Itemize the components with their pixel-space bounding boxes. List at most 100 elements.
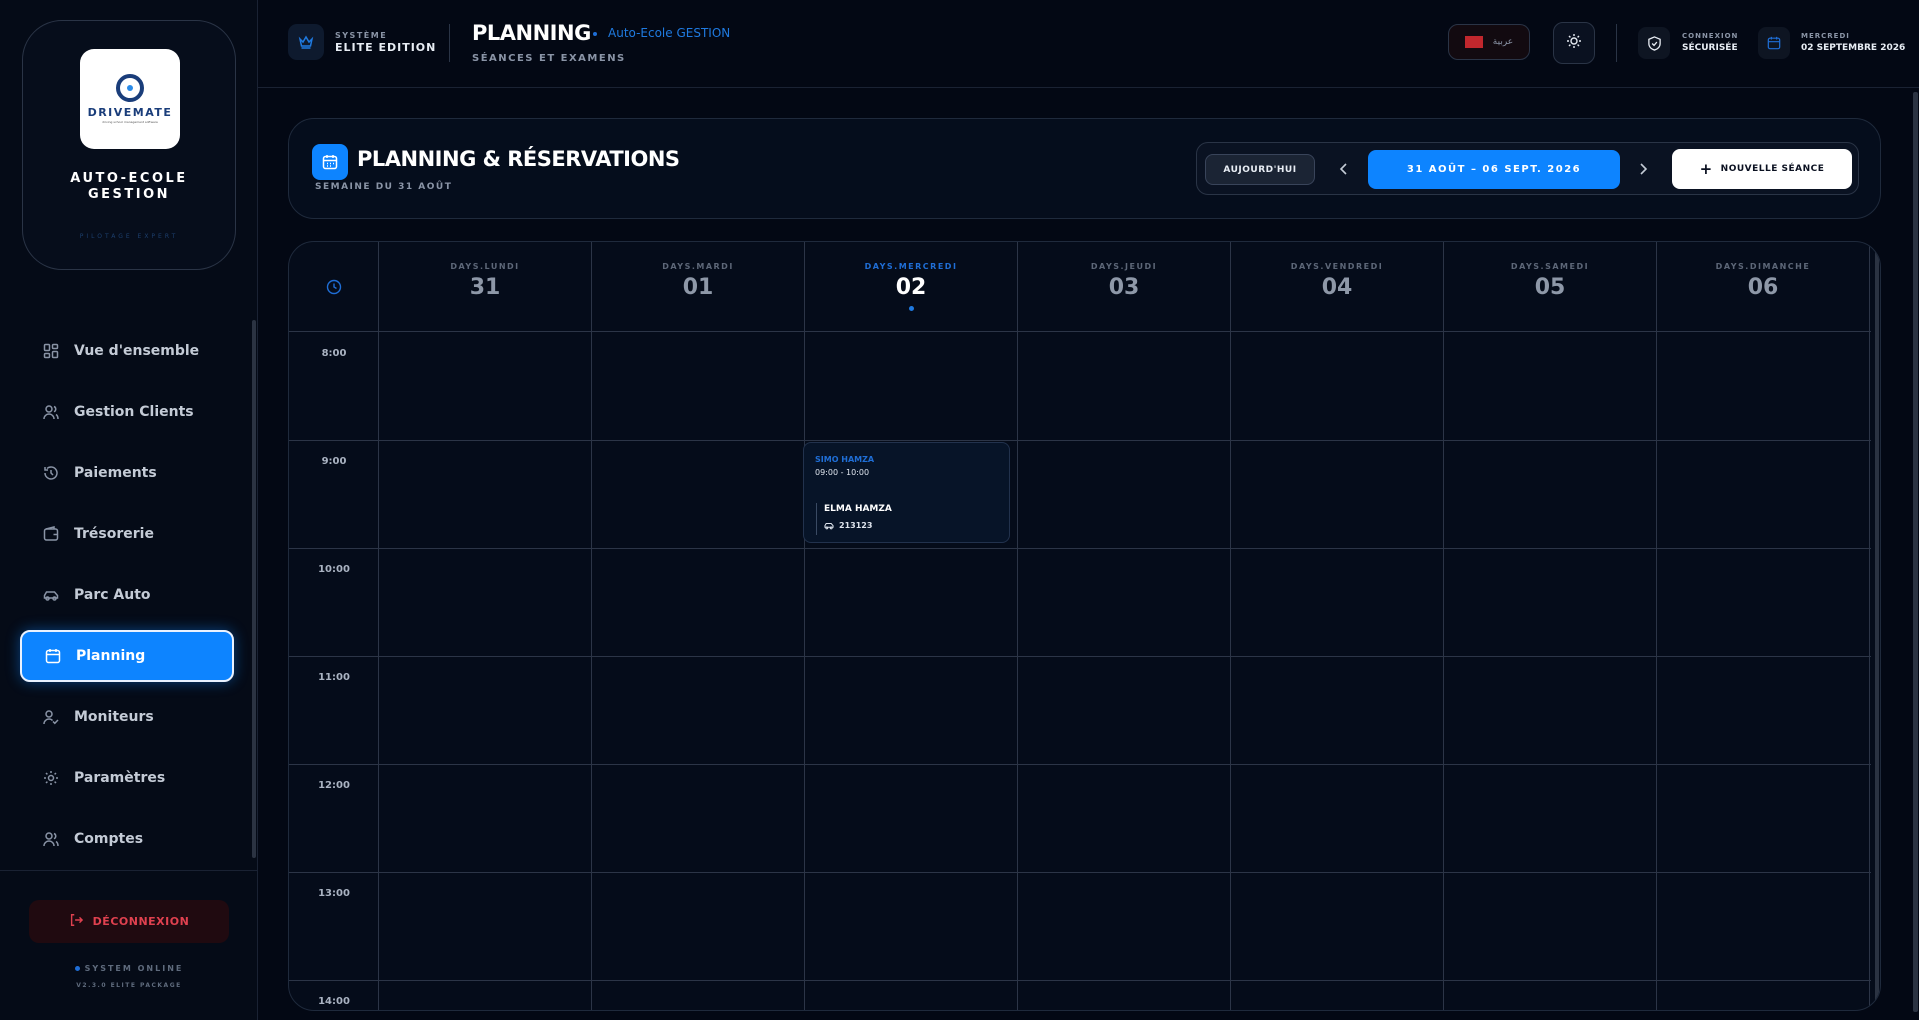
planning-toolbar-card: PLANNING & RÉSERVATIONS SEMAINE DU 31 AO…: [288, 118, 1881, 219]
time-column: 8:00 9:00 10:00 11:00 12:00 13:00 14:00: [289, 332, 379, 1010]
user-check-icon: [42, 709, 59, 726]
new-session-label: NOUVELLE SÉANCE: [1720, 164, 1825, 174]
date-range-button[interactable]: 31 AOÛT – 06 SEPT. 2026: [1368, 150, 1620, 189]
event-vehicle: 213123: [824, 521, 872, 530]
day-header-saturday[interactable]: DAYS.SAMEDI 05: [1444, 242, 1657, 332]
day-number: 02: [895, 275, 927, 300]
sidebar-item-clients[interactable]: Gestion Clients: [20, 386, 234, 438]
day-column[interactable]: [1231, 332, 1444, 1010]
day-column[interactable]: [592, 332, 805, 1010]
hour-gridline: [289, 656, 1871, 657]
system-value: ELITE EDITION: [335, 41, 437, 54]
day-column[interactable]: [1657, 332, 1870, 1010]
sidebar-nav: Vue d'ensemble Gestion Clients Paiements…: [20, 325, 234, 874]
week-navigation: AUJOURD'HUI 31 AOÛT – 06 SEPT. 2026 + NO…: [1196, 142, 1859, 195]
day-name: DAYS.JEUDI: [1090, 262, 1158, 271]
sidebar-item-overview[interactable]: Vue d'ensemble: [20, 325, 234, 377]
day-name: DAYS.SAMEDI: [1510, 262, 1590, 271]
sidebar-item-fleet[interactable]: Parc Auto: [20, 569, 234, 621]
morocco-flag-icon: [1464, 36, 1483, 48]
time-label: 13:00: [318, 888, 350, 899]
sidebar-item-instructors[interactable]: Moniteurs: [20, 691, 234, 743]
sidebar-item-label: Planning: [76, 648, 146, 664]
day-column[interactable]: [1444, 332, 1657, 1010]
sidebar-item-label: Paiements: [74, 465, 157, 481]
day-name: DAYS.DIMANCHE: [1715, 262, 1811, 271]
brand-name-line2: GESTION: [87, 187, 171, 202]
sidebar-item-label: Moniteurs: [74, 709, 154, 725]
sidebar-item-treasury[interactable]: Trésorerie: [20, 508, 234, 560]
logout-button[interactable]: DÉCONNEXION: [29, 900, 229, 943]
day-column[interactable]: [379, 332, 592, 1010]
hour-gridline: [289, 440, 1871, 441]
current-date-value: 02 SEPTEMBRE 2026: [1801, 43, 1906, 53]
system-status: SYSTEM ONLINE: [0, 964, 258, 973]
hour-gridline: [289, 764, 1871, 765]
sidebar: DRIVEMATE driving school management soft…: [0, 0, 258, 1020]
car-icon: [824, 522, 834, 529]
day-name: DAYS.VENDREDI: [1290, 262, 1384, 271]
wallet-icon: [42, 526, 59, 543]
grid-icon: [42, 343, 59, 360]
app-root: DRIVEMATE driving school management soft…: [0, 0, 1919, 1020]
header-divider: [1616, 24, 1617, 62]
language-switch-button[interactable]: عربية: [1448, 24, 1530, 60]
hour-gridline: [289, 548, 1871, 549]
planning-week-subtitle: SEMAINE DU 31 AOÛT: [315, 182, 453, 192]
sidebar-item-accounts[interactable]: Comptes: [20, 813, 234, 865]
logout-label: DÉCONNEXION: [92, 915, 190, 928]
sidebar-item-label: Vue d'ensemble: [74, 343, 200, 359]
day-header-friday[interactable]: DAYS.VENDREDI 04: [1231, 242, 1444, 332]
day-header-thursday[interactable]: DAYS.JEUDI 03: [1018, 242, 1231, 332]
day-header-tuesday[interactable]: DAYS.MARDI 01: [592, 242, 805, 332]
header-divider: [449, 24, 450, 62]
hour-gridline: [289, 980, 1871, 981]
day-header-monday[interactable]: DAYS.LUNDI 31: [379, 242, 592, 332]
users-icon: [42, 404, 59, 421]
day-number: 04: [1321, 275, 1353, 300]
gear-icon: [42, 770, 59, 787]
brand-logo[interactable]: DRIVEMATE driving school management soft…: [80, 49, 180, 149]
today-indicator-dot: [908, 306, 914, 311]
day-column[interactable]: [1018, 332, 1231, 1010]
calendar-header: DAYS.LUNDI 31 DAYS.MARDI 01 DAYS.MERCRED…: [289, 242, 1871, 332]
sidebar-scrollbar[interactable]: [252, 320, 256, 858]
sidebar-item-settings[interactable]: Paramètres: [20, 752, 234, 804]
event-instructor: SIMO HAMZA: [815, 455, 875, 464]
sun-icon: [1566, 33, 1582, 53]
history-icon: [42, 465, 59, 482]
day-header-sunday[interactable]: DAYS.DIMANCHE 06: [1657, 242, 1870, 332]
brand-name-line1: AUTO-ECOLE: [70, 171, 188, 186]
calendar-scrollbar[interactable]: [1875, 250, 1879, 1004]
connection-label: CONNEXION: [1682, 32, 1739, 40]
hour-gridline: [289, 872, 1871, 873]
car-icon: [42, 587, 59, 604]
connection-value: SÉCURISÉE: [1682, 43, 1738, 53]
today-button[interactable]: AUJOURD'HUI: [1205, 154, 1315, 185]
previous-week-button[interactable]: [1334, 158, 1354, 180]
sidebar-item-label: Gestion Clients: [74, 404, 194, 420]
time-label: 14:00: [318, 996, 350, 1007]
sidebar-item-label: Parc Auto: [74, 587, 151, 603]
day-number: 06: [1747, 275, 1779, 300]
next-week-button[interactable]: [1633, 158, 1653, 180]
week-calendar: DAYS.LUNDI 31 DAYS.MARDI 01 DAYS.MERCRED…: [288, 241, 1881, 1011]
clock-icon: [289, 242, 379, 332]
chevron-right-icon: [1638, 160, 1648, 179]
sidebar-item-payments[interactable]: Paiements: [20, 447, 234, 499]
time-label: 11:00: [318, 672, 350, 683]
sidebar-item-label: Trésorerie: [74, 526, 154, 542]
page-subtitle: SÉANCES ET EXAMENS: [472, 53, 626, 64]
main-scrollbar[interactable]: [1913, 92, 1918, 1012]
sidebar-item-planning[interactable]: Planning: [20, 630, 234, 682]
plus-icon: +: [1699, 160, 1713, 178]
sidebar-divider: [0, 870, 258, 871]
day-column[interactable]: [805, 332, 1018, 1010]
new-session-button[interactable]: + NOUVELLE SÉANCE: [1672, 149, 1852, 189]
theme-toggle-button[interactable]: [1553, 22, 1595, 64]
users-icon: [42, 831, 59, 848]
calendar-grid: 8:00 9:00 10:00 11:00 12:00 13:00 14:00: [289, 332, 1871, 1010]
session-event-card[interactable]: SIMO HAMZA 09:00 - 10:00 ELMA HAMZA 2131…: [803, 442, 1010, 543]
day-header-wednesday[interactable]: DAYS.MERCREDI 02: [805, 242, 1018, 332]
version-text: V2.3.0 ELITE PACKAGE: [76, 982, 182, 989]
